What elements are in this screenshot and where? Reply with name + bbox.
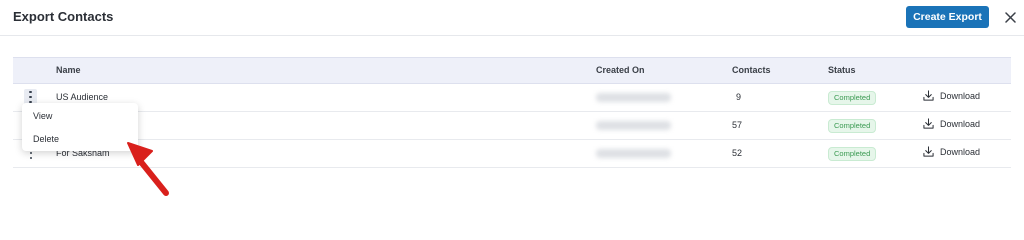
created-on-blurred xyxy=(596,121,671,130)
download-button[interactable]: Download xyxy=(923,118,980,129)
download-button[interactable]: Download xyxy=(923,146,980,157)
status-badge: Completed xyxy=(828,91,877,105)
download-icon xyxy=(923,118,934,129)
modal-header: Export Contacts Create Export xyxy=(0,0,1024,36)
download-label: Download xyxy=(940,146,981,157)
table-header: Name Created On Contacts Status xyxy=(13,57,1011,84)
menu-item-view[interactable]: View xyxy=(33,111,52,121)
column-header-status[interactable]: Status xyxy=(828,65,856,75)
download-icon xyxy=(923,146,934,157)
create-export-button[interactable]: Create Export xyxy=(906,6,989,28)
column-header-contacts[interactable]: Contacts xyxy=(732,65,771,75)
column-header-created-on[interactable]: Created On xyxy=(596,65,645,75)
status-badge: Completed xyxy=(828,119,877,133)
menu-item-delete[interactable]: Delete xyxy=(33,134,59,144)
status-badge: Completed xyxy=(828,147,877,161)
contacts-count: 9 xyxy=(736,92,742,102)
close-icon[interactable] xyxy=(1001,8,1019,26)
download-button[interactable]: Download xyxy=(923,90,980,101)
download-icon xyxy=(923,90,934,101)
created-on-blurred xyxy=(596,93,671,102)
export-name[interactable]: US Audience xyxy=(56,92,108,102)
table-row[interactable]: US Audience 9 Completed Download xyxy=(13,84,1011,112)
created-on-blurred xyxy=(596,149,671,158)
contacts-count: 52 xyxy=(732,148,743,158)
contacts-count: 57 xyxy=(732,120,743,130)
page-title: Export Contacts xyxy=(13,9,114,24)
column-header-name[interactable]: Name xyxy=(56,65,81,75)
annotation-arrow-icon xyxy=(127,142,169,196)
download-label: Download xyxy=(940,118,981,129)
download-label: Download xyxy=(940,90,981,101)
